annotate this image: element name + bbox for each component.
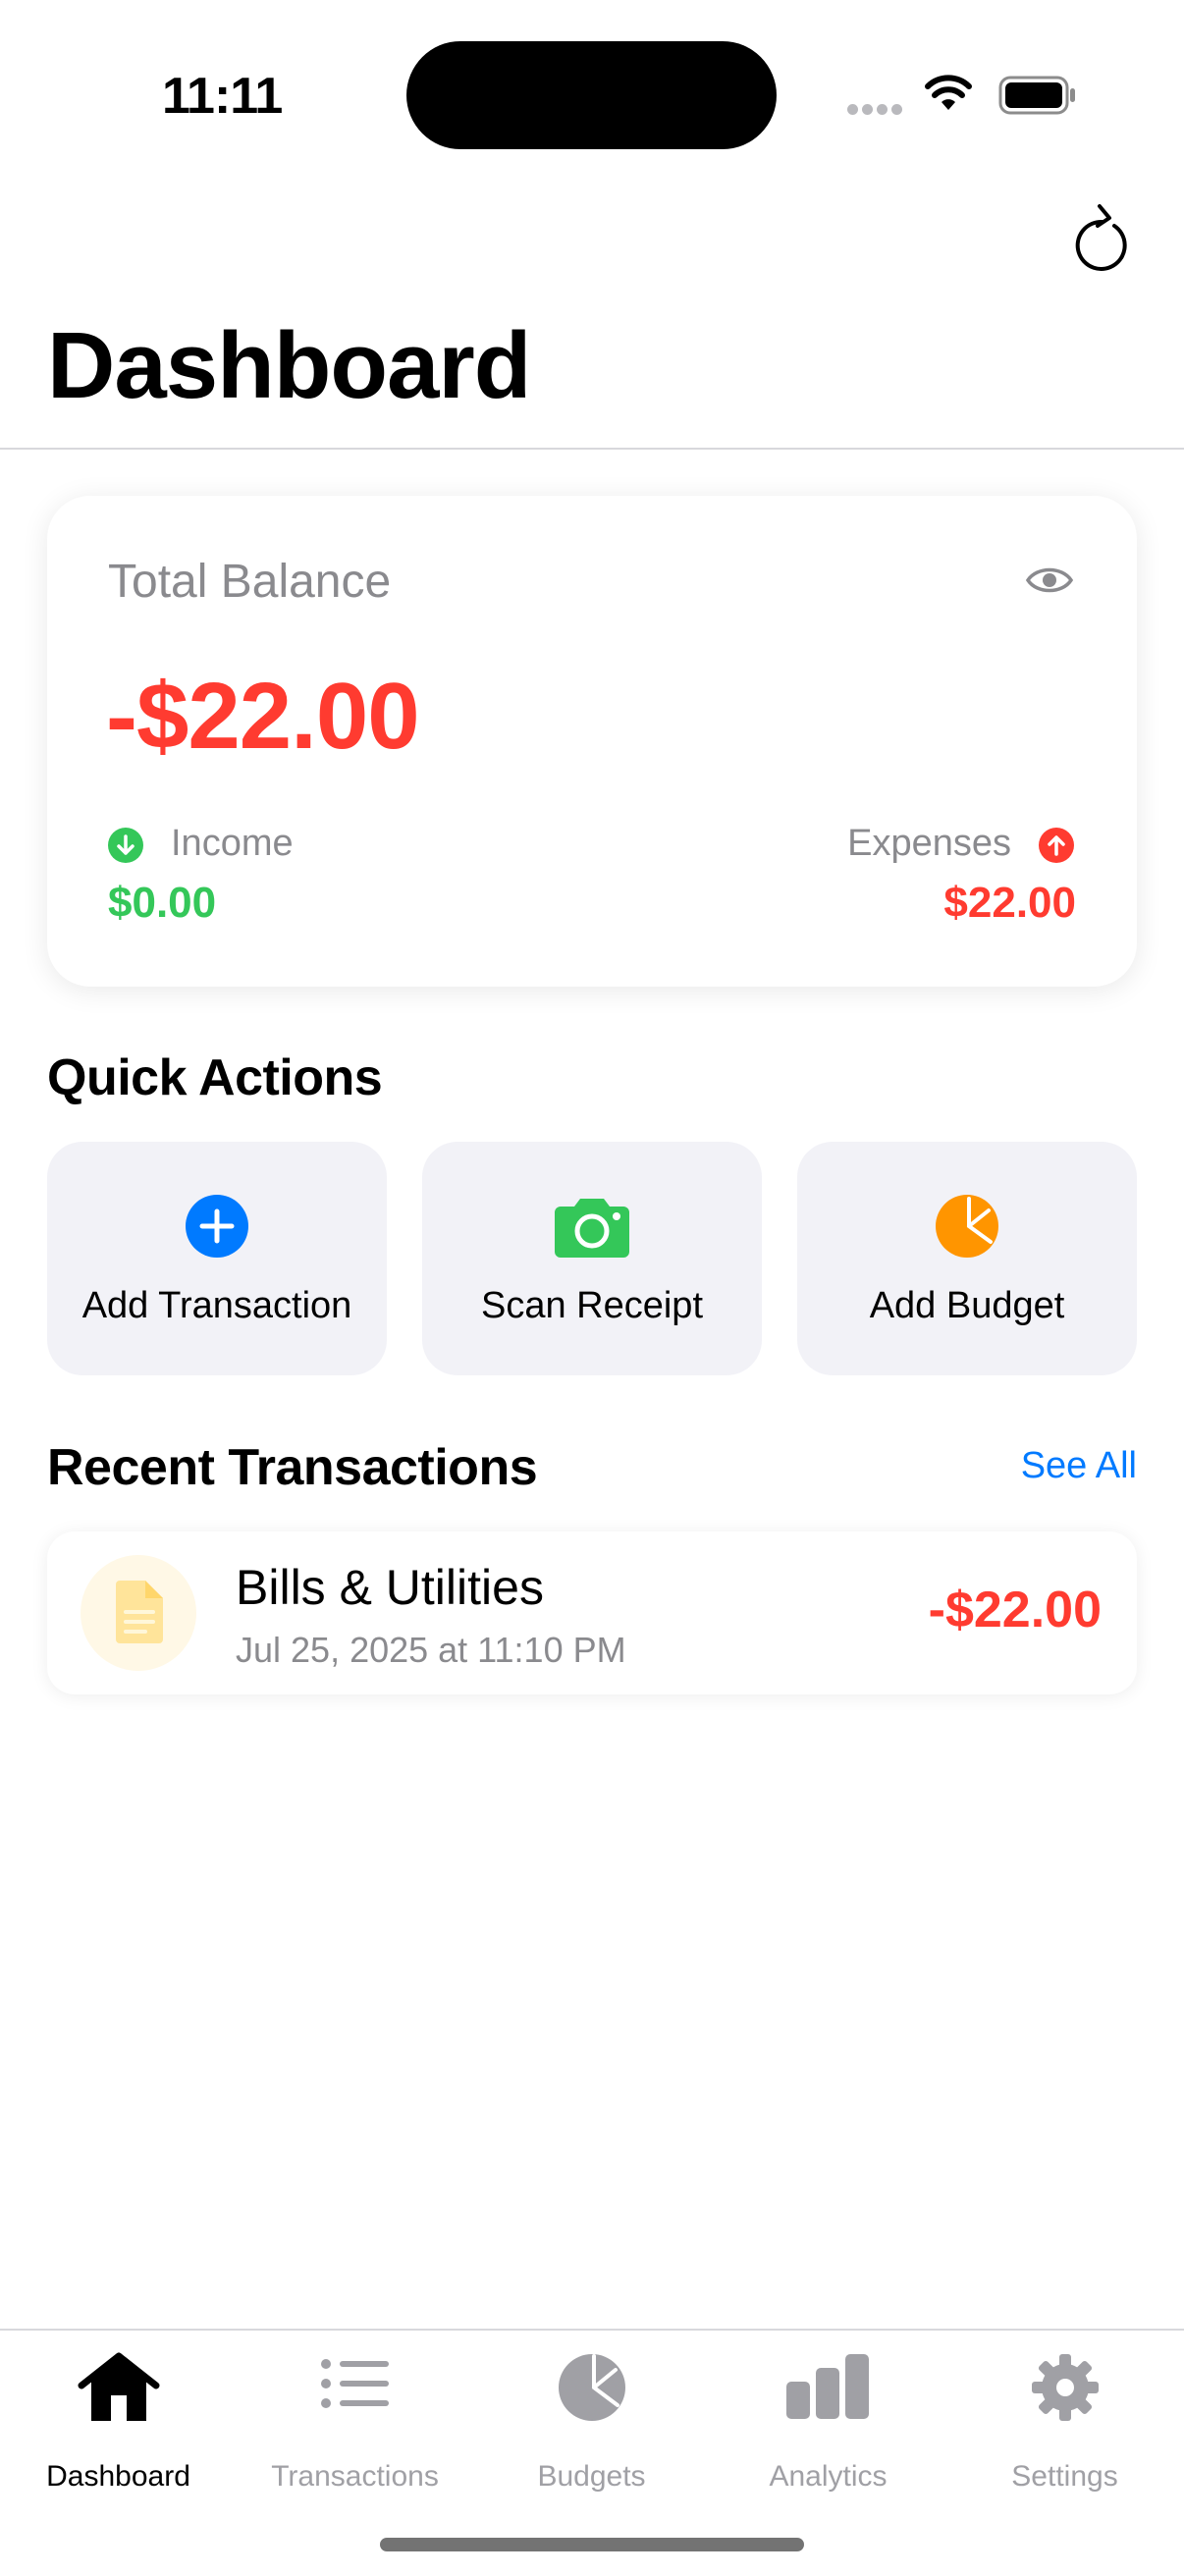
income-arrow-icon	[108, 828, 143, 863]
battery-icon	[998, 76, 1077, 120]
pie-chart-icon	[557, 2352, 627, 2428]
expenses-label: Expenses	[847, 823, 1011, 864]
balance-card: Total Balance -$22.00 Income $0.00 Expen…	[47, 496, 1137, 987]
tab-settings-label: Settings	[1011, 2460, 1118, 2493]
quick-actions-title: Quick Actions	[47, 1049, 383, 1106]
eye-icon[interactable]	[1025, 563, 1074, 603]
bar-chart-icon	[784, 2352, 873, 2424]
gear-icon	[1030, 2352, 1101, 2428]
page-title: Dashboard	[47, 313, 531, 418]
transaction-amount: -$22.00	[928, 1582, 1102, 1638]
scan-receipt-label: Scan Receipt	[480, 1285, 703, 1326]
tab-budgets[interactable]: Budgets	[473, 2331, 710, 2493]
add-budget-label: Add Budget	[869, 1285, 1065, 1326]
tab-budgets-label: Budgets	[537, 2460, 646, 2493]
income-label: Income	[171, 823, 294, 864]
refresh-button[interactable]	[1068, 194, 1137, 273]
document-icon	[116, 1581, 163, 1648]
see-all-link[interactable]: See All	[1021, 1445, 1137, 1487]
house-icon	[78, 2352, 160, 2428]
income-value: $0.00	[108, 879, 217, 927]
transaction-category: Bills & Utilities	[236, 1560, 544, 1615]
dynamic-island	[406, 41, 777, 149]
pie-chart-icon	[934, 1193, 1000, 1264]
camera-icon	[553, 1193, 631, 1264]
tab-dashboard[interactable]: Dashboard	[0, 2331, 237, 2493]
tab-transactions-label: Transactions	[271, 2460, 439, 2493]
expenses-arrow-icon	[1039, 828, 1074, 863]
add-transaction-button[interactable]: Add Transaction	[47, 1142, 387, 1375]
tab-analytics[interactable]: Analytics	[710, 2331, 946, 2493]
tab-dashboard-label: Dashboard	[46, 2460, 190, 2493]
tab-settings[interactable]: Settings	[946, 2331, 1183, 2493]
add-budget-button[interactable]: Add Budget	[797, 1142, 1137, 1375]
header-divider	[0, 448, 1184, 450]
expenses-value: $22.00	[943, 879, 1076, 927]
add-transaction-label: Add Transaction	[81, 1285, 352, 1326]
scan-receipt-button[interactable]: Scan Receipt	[422, 1142, 762, 1375]
transaction-date: Jul 25, 2025 at 11:10 PM	[236, 1630, 626, 1670]
status-time: 11:11	[162, 68, 283, 125]
balance-label: Total Balance	[108, 556, 392, 608]
wifi-icon	[923, 73, 974, 117]
refresh-icon	[1075, 204, 1127, 271]
total-balance-value: -$22.00	[106, 664, 420, 769]
cellular-signal-icon	[847, 102, 906, 120]
plus-circle-icon	[184, 1193, 250, 1264]
list-icon	[320, 2352, 391, 2420]
home-indicator[interactable]	[380, 2538, 804, 2551]
tab-transactions[interactable]: Transactions	[237, 2331, 473, 2493]
transaction-row[interactable]: Bills & Utilities Jul 25, 2025 at 11:10 …	[47, 1531, 1137, 1694]
tab-analytics-label: Analytics	[769, 2460, 888, 2493]
recent-transactions-title: Recent Transactions	[47, 1439, 538, 1496]
